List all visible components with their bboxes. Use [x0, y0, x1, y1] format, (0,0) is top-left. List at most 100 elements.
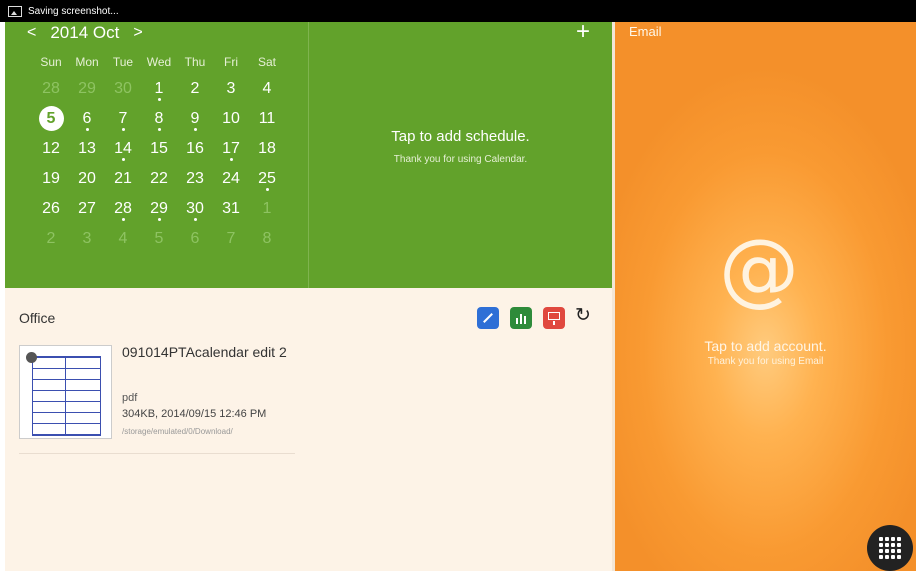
calendar-day[interactable]: 25 — [249, 164, 285, 194]
email-hint[interactable]: Tap to add account. Thank you for using … — [615, 338, 916, 367]
day-number: 30 — [186, 200, 204, 217]
apps-grid-button[interactable] — [867, 525, 913, 571]
document-meta: 304KB, 2014/09/15 12:46 PM — [122, 408, 267, 420]
day-number: 22 — [150, 170, 168, 187]
day-number: 2 — [190, 80, 200, 97]
calendar-day[interactable]: 7 — [105, 104, 141, 134]
document-name: 091014PTAcalendar edit 2 — [122, 344, 287, 360]
day-number: 8 — [154, 110, 164, 127]
calendar-day[interactable]: 16 — [177, 134, 213, 164]
day-number: 5 — [154, 230, 164, 247]
calendar-day[interactable]: 19 — [33, 164, 69, 194]
calendar-day[interactable]: 24 — [213, 164, 249, 194]
pdf-badge-icon — [26, 352, 37, 363]
day-number: 17 — [222, 140, 240, 157]
day-number: 28 — [114, 200, 132, 217]
calendar-day[interactable]: 15 — [141, 134, 177, 164]
excel-app-icon[interactable] — [510, 307, 532, 329]
day-number: 28 — [42, 80, 60, 97]
document-path: /storage/emulated/0/Download/ — [122, 427, 233, 436]
weekday-header: Sun Mon Tue Wed Thu Fri Sat — [33, 55, 285, 69]
powerpoint-app-icon[interactable] — [543, 307, 565, 329]
at-sign-icon: @ — [719, 222, 799, 315]
add-schedule-button[interactable]: + — [576, 20, 590, 44]
calendar-day[interactable]: 29 — [141, 194, 177, 224]
day-number: 20 — [78, 170, 96, 187]
schedule-hint-title: Tap to add schedule. — [391, 128, 530, 145]
schedule-area[interactable]: Tap to add schedule. Thank you for using… — [309, 128, 612, 165]
calendar-day[interactable]: 14 — [105, 134, 141, 164]
weekday-label: Mon — [75, 55, 99, 69]
day-number: 31 — [222, 200, 240, 217]
day-number: 29 — [150, 200, 168, 217]
calendar-day[interactable]: 28 — [105, 194, 141, 224]
calendar-day[interactable]: 29 — [69, 74, 105, 104]
document-type: pdf — [122, 392, 138, 404]
calendar-day[interactable]: 30 — [177, 194, 213, 224]
calendar-day[interactable]: 1 — [141, 74, 177, 104]
next-month-icon[interactable]: > — [133, 24, 142, 42]
calendar-day[interactable]: 1 — [249, 194, 285, 224]
calendar-day[interactable]: 20 — [69, 164, 105, 194]
day-number: 11 — [258, 110, 276, 127]
calendar-day[interactable]: 13 — [69, 134, 105, 164]
calendar-day[interactable]: 26 — [33, 194, 69, 224]
calendar-day[interactable]: 22 — [141, 164, 177, 194]
calendar-day[interactable]: 8 — [141, 104, 177, 134]
recent-document-item[interactable]: 091014PTAcalendar edit 2 pdf 304KB, 2014… — [19, 344, 295, 453]
day-number: 3 — [226, 80, 236, 97]
calendar-day[interactable]: 18 — [249, 134, 285, 164]
calendar-day[interactable]: 21 — [105, 164, 141, 194]
word-app-icon[interactable] — [477, 307, 499, 329]
apps-grid-icon — [879, 537, 901, 559]
day-number: 5 — [38, 106, 64, 131]
calendar-day[interactable]: 6 — [69, 104, 105, 134]
weekday-label: Sat — [257, 55, 276, 69]
calendar-day[interactable]: 5 — [141, 224, 177, 254]
calendar-day[interactable]: 11 — [249, 104, 285, 134]
calendar-day[interactable]: 2 — [177, 74, 213, 104]
calendar-day[interactable]: 3 — [213, 74, 249, 104]
calendar-day[interactable]: 9 — [177, 104, 213, 134]
status-bar: Saving screenshot... — [0, 0, 916, 22]
day-number: 10 — [222, 110, 240, 127]
day-number: 26 — [42, 200, 60, 217]
month-navigation: < 2014 Oct > — [27, 22, 143, 44]
day-number: 16 — [186, 140, 204, 157]
weekday-label: Sun — [40, 55, 62, 69]
day-number: 6 — [82, 110, 92, 127]
day-number: 30 — [114, 80, 132, 97]
day-number: 18 — [258, 140, 276, 157]
calendar-day[interactable]: 28 — [33, 74, 69, 104]
calendar-day-today[interactable]: 5 — [33, 104, 69, 134]
calendar-day[interactable]: 12 — [33, 134, 69, 164]
calendar-day[interactable]: 27 — [69, 194, 105, 224]
weekday-label: Tue — [112, 55, 134, 69]
calendar-day[interactable]: 17 — [213, 134, 249, 164]
calendar-day[interactable]: 31 — [213, 194, 249, 224]
refresh-icon[interactable]: ↻ — [575, 304, 591, 327]
calendar-day[interactable]: 10 — [213, 104, 249, 134]
day-number: 15 — [150, 140, 168, 157]
day-number: 24 — [222, 170, 240, 187]
calendar-day[interactable]: 2 — [33, 224, 69, 254]
screenshot-icon — [8, 5, 22, 17]
day-number: 2 — [46, 230, 56, 247]
prev-month-icon[interactable]: < — [27, 24, 36, 42]
calendar-day[interactable]: 7 — [213, 224, 249, 254]
day-number: 3 — [82, 230, 92, 247]
calendar-day[interactable]: 4 — [249, 74, 285, 104]
calendar-day[interactable]: 3 — [69, 224, 105, 254]
calendar-day[interactable]: 8 — [249, 224, 285, 254]
day-number: 9 — [190, 110, 200, 127]
weekday-label: Fri — [224, 55, 238, 69]
calendar-day[interactable]: 6 — [177, 224, 213, 254]
calendar-widget[interactable]: < 2014 Oct > + Sun Mon Tue Wed Thu Fri Sat 28 2… — [5, 20, 612, 288]
day-number: 7 — [226, 230, 236, 247]
office-widget: Office ↻ 091014PTAcalendar edit 2 pdf 30… — [5, 288, 612, 571]
calendar-day[interactable]: 4 — [105, 224, 141, 254]
calendar-day[interactable]: 30 — [105, 74, 141, 104]
email-widget[interactable]: Email @ Tap to add account. Thank you fo… — [615, 22, 916, 571]
calendar-day[interactable]: 23 — [177, 164, 213, 194]
month-label[interactable]: 2014 Oct — [50, 23, 119, 43]
